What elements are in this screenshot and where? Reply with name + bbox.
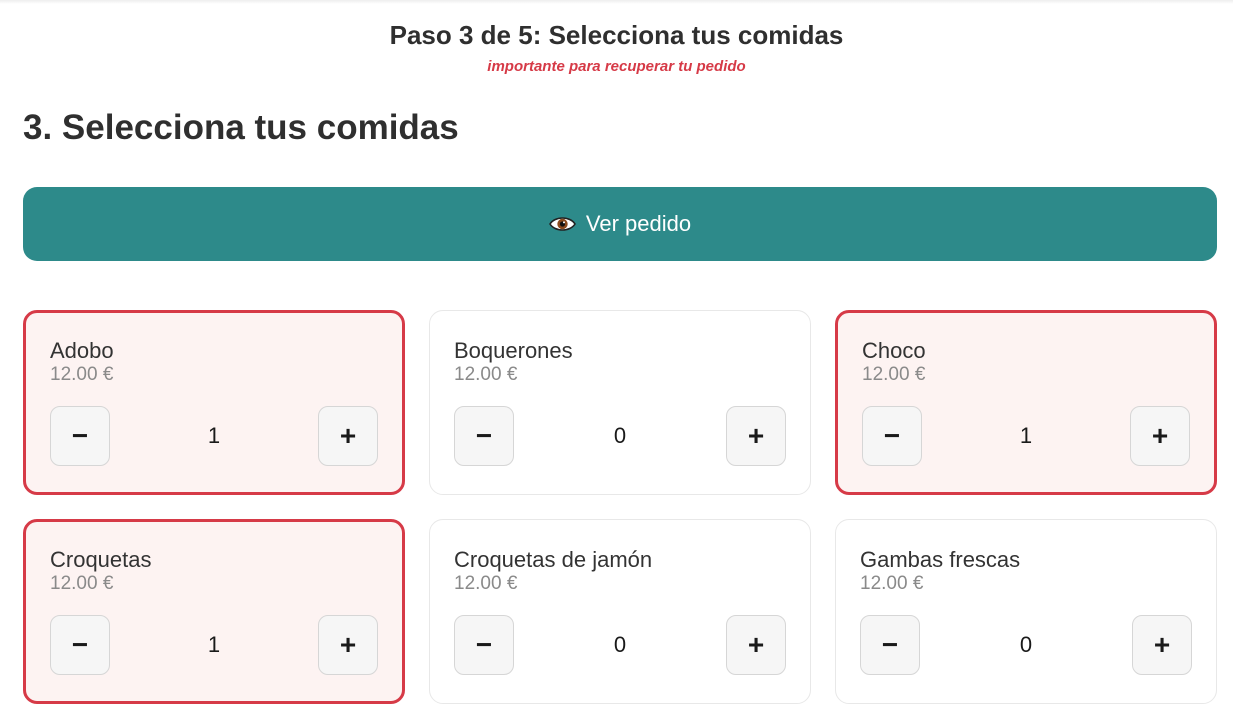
quantity-stepper: − 0 +	[454, 615, 786, 675]
food-card-gambas-frescas[interactable]: Gambas frescas 12.00 € − 0 +	[835, 519, 1217, 704]
decrease-button[interactable]: −	[50, 406, 110, 466]
item-name: Boquerones	[454, 338, 573, 363]
item-price: 12.00 €	[454, 573, 518, 594]
quantity-value: 0	[613, 632, 627, 657]
eye-icon	[548, 214, 576, 234]
decrease-button[interactable]: −	[454, 406, 514, 466]
step-title: Paso 3 de 5: Selecciona tus comidas	[389, 20, 844, 50]
decrease-button[interactable]: −	[860, 615, 920, 675]
quantity-value: 1	[207, 423, 221, 448]
item-name: Croquetas de jamón	[454, 547, 653, 572]
increase-button[interactable]: +	[318, 406, 378, 466]
step-header: Paso 3 de 5: Selecciona tus comidas impo…	[23, 0, 1210, 76]
increase-button[interactable]: +	[1132, 615, 1192, 675]
section-title: 3. Selecciona tus comidas	[23, 108, 459, 147]
item-price: 12.00 €	[50, 573, 114, 594]
food-card-choco[interactable]: Choco 12.00 € − 1 +	[835, 310, 1217, 495]
food-card-boquerones[interactable]: Boquerones 12.00 € − 0 +	[429, 310, 811, 495]
quantity-stepper: − 1 +	[50, 615, 378, 675]
increase-button[interactable]: +	[726, 406, 786, 466]
item-price: 12.00 €	[862, 364, 926, 385]
item-price: 12.00 €	[50, 364, 114, 385]
top-shadow	[0, 0, 1233, 4]
quantity-value: 1	[207, 632, 221, 657]
quantity-stepper: − 1 +	[862, 406, 1190, 466]
decrease-button[interactable]: −	[50, 615, 110, 675]
quantity-stepper: − 0 +	[454, 406, 786, 466]
view-order-label: Ver pedido	[585, 211, 692, 236]
view-order-button[interactable]: Ver pedido	[23, 187, 1217, 261]
item-name: Adobo	[50, 338, 114, 363]
item-price: 12.00 €	[454, 364, 518, 385]
quantity-value: 0	[613, 423, 627, 448]
quantity-stepper: − 1 +	[50, 406, 378, 466]
increase-button[interactable]: +	[726, 615, 786, 675]
quantity-value: 1	[1019, 423, 1033, 448]
increase-button[interactable]: +	[1130, 406, 1190, 466]
page: Paso 3 de 5: Selecciona tus comidas impo…	[0, 0, 1233, 728]
quantity-value: 0	[1019, 632, 1033, 657]
decrease-button[interactable]: −	[862, 406, 922, 466]
food-card-croquetas[interactable]: Croquetas 12.00 € − 1 +	[23, 519, 405, 704]
food-card-croquetas-de-jamon[interactable]: Croquetas de jamón 12.00 € − 0 +	[429, 519, 811, 704]
item-name: Gambas frescas	[860, 547, 1021, 572]
item-name: Choco	[862, 338, 926, 363]
food-grid: Adobo 12.00 € − 1 + Boquerones 12.00 € −…	[23, 310, 1217, 704]
decrease-button[interactable]: −	[454, 615, 514, 675]
item-name: Croquetas	[50, 547, 152, 572]
step-note: importante para recuperar tu pedido	[487, 58, 746, 75]
quantity-stepper: − 0 +	[860, 615, 1192, 675]
item-price: 12.00 €	[860, 573, 924, 594]
food-card-adobo[interactable]: Adobo 12.00 € − 1 +	[23, 310, 405, 495]
increase-button[interactable]: +	[318, 615, 378, 675]
